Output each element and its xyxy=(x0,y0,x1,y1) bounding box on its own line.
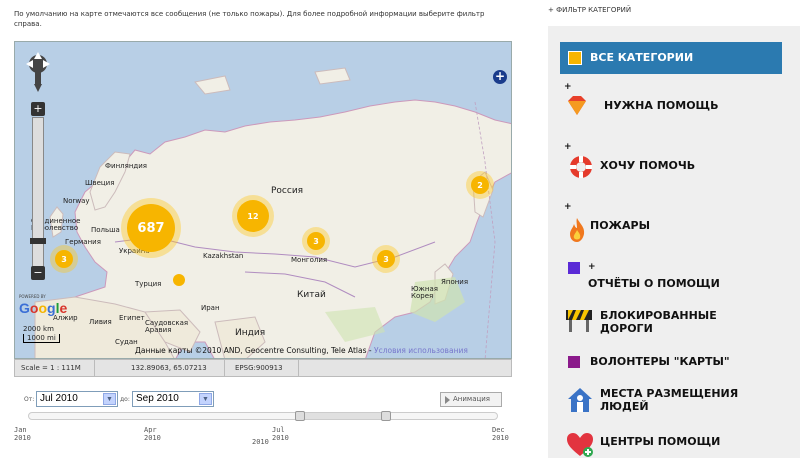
from-label: От: xyxy=(24,396,35,403)
map-label-libya: Ливия xyxy=(89,318,112,326)
tick-center-year: 2010 xyxy=(252,438,269,446)
time-slider-range xyxy=(301,413,387,419)
category-volunteers[interactable]: ВОЛОНТЕРЫ "КАРТЫ" xyxy=(590,356,730,368)
map-label-mongolia: Монголия xyxy=(291,256,328,264)
animation-label: Анимация xyxy=(453,395,491,403)
category-shelter-line1[interactable]: МЕСТА РАЗМЕЩЕНИЯ xyxy=(600,388,738,400)
intro-text: По умолчанию на карте отмечаются все соо… xyxy=(14,10,485,28)
cluster-marker-687[interactable]: 687 xyxy=(121,198,181,258)
map-label-finland: Финляндия xyxy=(105,162,148,170)
map-view[interactable]: Россия Китай Kazakhstan Монголия Украина… xyxy=(14,41,512,359)
tick-apr: Apr 2010 xyxy=(144,426,161,442)
animation-button[interactable]: Анимация xyxy=(440,392,502,407)
play-icon xyxy=(445,396,450,404)
category-sidebar: ВСЕ КАТЕГОРИИ + НУЖНА ПОМОЩЬ + ХОЧУ ПОМО… xyxy=(548,26,800,458)
status-scale: Scale = 1 : 111M xyxy=(15,360,95,376)
category-need-help[interactable]: НУЖНА ПОМОЩЬ xyxy=(604,100,719,112)
terms-link[interactable]: Условия использования xyxy=(374,346,468,355)
map-label-korea: Южная Корея xyxy=(411,285,438,300)
map-label-poland: Польша xyxy=(91,226,120,234)
map-label-sweden: Швеция xyxy=(85,179,115,187)
chevron-down-icon: ▼ xyxy=(103,393,116,405)
category-shelter-line2[interactable]: ЛЮДЕЙ xyxy=(600,401,649,413)
google-logo: Google xyxy=(19,300,68,316)
zoom-slider-track[interactable] xyxy=(32,117,44,267)
map-label-china: Китай xyxy=(297,290,326,300)
cluster-marker-3-center[interactable]: 3 xyxy=(302,227,330,255)
status-epsg: EPSG:900913 xyxy=(229,360,299,376)
tick-jan: Jan 2010 xyxy=(14,426,31,442)
category-fires[interactable]: ПОЖАРЫ xyxy=(590,220,650,232)
layer-switcher-button[interactable]: + xyxy=(493,70,507,84)
category-all-swatch xyxy=(568,51,582,65)
single-marker[interactable] xyxy=(173,274,185,286)
time-slider-track[interactable] xyxy=(28,411,498,421)
map-label-germany: Германия xyxy=(65,238,101,246)
pan-control[interactable] xyxy=(23,50,53,94)
category-roads-line2[interactable]: ДОРОГИ xyxy=(600,323,653,335)
map-attribution: Данные карты ©2010 AND, Geocentre Consul… xyxy=(135,346,468,355)
map-label-norway: Norway xyxy=(63,197,90,205)
category-all[interactable]: ВСЕ КАТЕГОРИИ xyxy=(560,42,782,74)
chevron-down-icon: ▼ xyxy=(199,393,212,405)
cluster-marker-3-east[interactable]: 3 xyxy=(372,245,400,273)
expand-reports[interactable]: + xyxy=(588,262,596,272)
map-label-saudi: Саудовская Аравия xyxy=(145,319,189,334)
category-reports-swatch xyxy=(568,262,580,274)
scale-km: 2000 km xyxy=(23,325,54,333)
diamond-help-icon xyxy=(568,96,586,115)
zoom-out-button[interactable]: − xyxy=(31,266,45,280)
powered-by-text: POWERED BY xyxy=(19,294,46,299)
zoom-in-button[interactable]: + xyxy=(31,102,45,116)
time-slider-handle-start[interactable] xyxy=(295,411,305,421)
to-select[interactable]: Sep 2010 ▼ xyxy=(132,391,214,407)
expand-need-help[interactable]: + xyxy=(564,82,572,92)
cluster-marker-12[interactable]: 12 xyxy=(232,195,274,237)
map-label-turkey: Турция xyxy=(135,280,162,288)
to-label: до: xyxy=(120,396,130,403)
category-reports[interactable]: ОТЧЁТЫ О ПОМОЩИ xyxy=(588,278,720,290)
fire-icon xyxy=(570,218,585,242)
map-label-kazakhstan: Kazakhstan xyxy=(203,252,244,260)
map-label-russia: Россия xyxy=(271,186,304,196)
expand-want-help[interactable]: + xyxy=(564,142,572,152)
map-label-japan: Япония xyxy=(441,278,469,286)
category-roads-line1[interactable]: БЛОКИРОВАННЫЕ xyxy=(600,310,717,322)
zoom-slider-handle[interactable] xyxy=(30,238,46,244)
map-status-bar: Scale = 1 : 111M 132.89063, 65.07213 EPS… xyxy=(14,359,512,377)
category-filter-toggle[interactable]: + ФИЛЬТР КАТЕГОРИЙ xyxy=(548,6,631,14)
time-slider-handle-end[interactable] xyxy=(381,411,391,421)
category-want-help[interactable]: ХОЧУ ПОМОЧЬ xyxy=(600,160,695,172)
category-all-label: ВСЕ КАТЕГОРИИ xyxy=(590,51,694,64)
map-label-india: Индия xyxy=(235,328,266,338)
map-label-egypt: Египет xyxy=(119,314,145,322)
lifebuoy-icon xyxy=(570,156,592,178)
page: По умолчанию на карте отмечаются все соо… xyxy=(0,0,800,458)
road-block-icon xyxy=(566,310,592,332)
from-select-value: Jul 2010 xyxy=(40,393,78,404)
tick-dec: Dec 2010 xyxy=(492,426,509,442)
status-coords: 132.89063, 65.07213 xyxy=(125,360,225,376)
attribution-text: Данные карты ©2010 AND, Geocentre Consul… xyxy=(135,346,374,355)
expand-fires[interactable]: + xyxy=(564,202,572,212)
to-select-value: Sep 2010 xyxy=(136,393,179,404)
house-icon xyxy=(568,388,592,412)
category-help-centers[interactable]: ЦЕНТРЫ ПОМОЩИ xyxy=(600,436,720,448)
time-controls: От: Jul 2010 ▼ до: Sep 2010 ▼ Анимация J… xyxy=(14,388,512,448)
tick-jul: Jul 2010 xyxy=(272,426,289,442)
cluster-marker-3-west[interactable]: 3 xyxy=(50,245,78,273)
from-select[interactable]: Jul 2010 ▼ xyxy=(36,391,118,407)
cluster-marker-2[interactable]: 2 xyxy=(466,171,494,199)
map-label-sudan: Судан xyxy=(115,338,138,346)
pan-down-icon xyxy=(34,84,42,92)
scale-mi: 1000 mi xyxy=(23,334,60,343)
heart-icon xyxy=(567,433,593,457)
category-volunteers-swatch xyxy=(568,356,580,368)
map-label-iran: Иран xyxy=(201,304,220,312)
